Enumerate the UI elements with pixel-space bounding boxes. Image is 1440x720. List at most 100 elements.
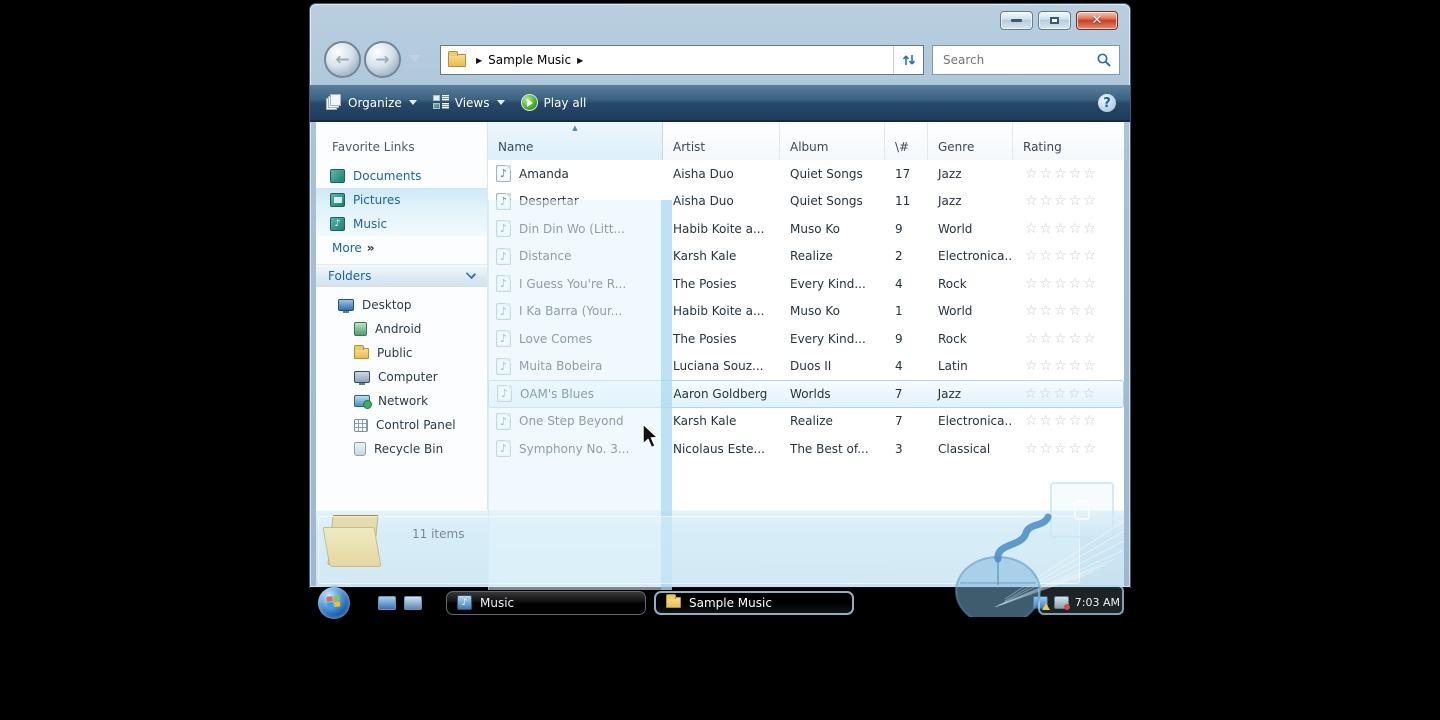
pictures-icon [330,193,345,207]
tree-item-user[interactable]: Android [316,317,487,341]
more-label: More [332,241,362,255]
start-button[interactable] [318,586,350,619]
minimize-button[interactable] [1000,11,1033,30]
rating-stars[interactable]: ☆☆☆☆☆ [1013,331,1124,347]
column-header-album[interactable]: Album [780,122,885,160]
table-row[interactable]: ♪ OAM's Blues Aaron Goldberg Worlds 7 Jazz ☆☆☆… [488,380,1124,408]
tree-item-public[interactable]: Public [316,341,487,365]
table-row[interactable]: ♪ Love Comes The Posies Every Kind... 9 Rock ☆… [488,325,1124,353]
play-all-button[interactable]: Play all [520,94,586,111]
artist-cell: Aaron Goldberg [673,386,768,401]
column-headers: ▲ Name Artist Album \# Genre Rating [488,122,1124,160]
column-label: \# [895,140,910,154]
address-bar[interactable]: ▶ Sample Music ▶ [440,45,924,75]
breadcrumb-arrow-icon[interactable]: ▶ [577,56,583,65]
rating-stars[interactable]: ☆☆☆☆☆ [1013,166,1124,182]
organize-button[interactable]: Organize [326,94,417,110]
switch-windows-icon[interactable] [404,595,422,610]
table-row[interactable]: ♪ Symphony No. 3... Nicolaus Este... The Be… [488,435,1124,463]
views-label: Views [454,95,490,110]
column-label: Artist [673,140,706,154]
folders-band[interactable]: Folders [316,264,487,287]
rating-stars[interactable]: ☆☆☆☆☆ [1013,248,1124,264]
sidebar-item-music[interactable]: ♪ Music [316,212,487,236]
column-header-number[interactable]: \# [885,122,928,160]
track-number-cell: 1 [895,304,903,319]
rating-stars[interactable]: ☆☆☆☆☆ [1013,276,1124,292]
breadcrumb[interactable]: ▶ Sample Music ▶ [476,53,893,67]
table-row[interactable]: ♪ Din Din Wo (Litt... Habib Koite a... Muso… [488,215,1124,243]
file-name-label: Love Comes [519,331,593,346]
tree-item-recycle-bin[interactable]: Recycle Bin [316,437,487,461]
network-status-icon[interactable] [1032,596,1050,610]
file-name-cell[interactable]: ♪ Distance [488,247,663,265]
sidebar-item-pictures[interactable]: Pictures [316,188,487,212]
forward-button[interactable]: → [364,41,401,78]
column-header-rating[interactable]: Rating [1013,122,1124,160]
breadcrumb-arrow-icon[interactable]: ▶ [476,56,482,65]
title-bar[interactable]: ✕ [310,4,1130,35]
clock[interactable]: 7:03 AM [1075,596,1120,609]
search-icon[interactable] [1096,52,1112,68]
file-name-cell[interactable]: ♪ OAM's Blues [489,385,663,403]
table-row[interactable]: ♪ Despertar Aisha Duo Quiet Songs 11 Jazz ☆☆☆☆… [488,188,1124,216]
table-row[interactable]: ♪ One Step Beyond Karsh Kale Realize 7 Electr… [488,408,1124,436]
file-name-cell[interactable]: ♪ Din Din Wo (Litt... [488,220,663,238]
artist-cell: Karsh Kale [673,249,737,264]
maximize-button[interactable] [1038,11,1071,30]
tree-item-computer[interactable]: Computer [316,365,487,389]
file-name-cell[interactable]: ♪ Love Comes [488,330,663,348]
file-name-cell[interactable]: ♪ Symphony No. 3... [488,440,663,458]
rating-stars[interactable]: ☆☆☆☆☆ [1013,221,1124,237]
rating-stars[interactable]: ☆☆☆☆☆ [1013,193,1124,209]
rating-stars[interactable]: ☆☆☆☆☆ [1013,303,1124,319]
table-row[interactable]: ♪ Amanda Aisha Duo Quiet Songs 17 Jazz ☆☆☆☆☆ [488,160,1124,188]
help-button[interactable]: ? [1098,94,1116,112]
search-input[interactable] [941,52,1096,68]
search-box[interactable] [932,45,1120,75]
album-cell: Quiet Songs [790,194,863,209]
file-name-cell[interactable]: ♪ One Step Beyond [488,412,663,430]
tree-item-network[interactable]: Network [316,389,487,413]
column-header-artist[interactable]: Artist [663,122,780,160]
taskbar-button-music[interactable]: ♪ Music [446,590,646,615]
taskbar-button-sample-music[interactable]: Sample Music [654,590,854,615]
table-row[interactable]: ♪ I Ka Barra (Your... Habib Koite a... Muso… [488,298,1124,326]
music-file-icon: ♪ [497,385,512,403]
file-name-cell[interactable]: ♪ Despertar [488,192,663,210]
tree-item-control-panel[interactable]: Control Panel [316,413,487,437]
file-name-cell[interactable]: ♪ Muita Bobeira [488,357,663,375]
sidebar-item-documents[interactable]: Documents [316,164,487,188]
notification-icon[interactable] [1053,596,1070,610]
views-button[interactable]: Views [432,95,505,110]
track-number-cell: 4 [895,359,903,374]
rating-stars[interactable]: ☆☆☆☆☆ [1013,358,1124,374]
tree-item-label: Control Panel [376,418,456,432]
breadcrumb-path-label[interactable]: Sample Music [488,53,571,67]
file-name-label: I Ka Barra (Your... [519,304,623,319]
rating-stars[interactable]: ☆☆☆☆☆ [1013,413,1124,429]
column-header-genre[interactable]: Genre [928,122,1013,160]
refresh-button[interactable] [893,46,923,74]
close-button[interactable]: ✕ [1076,11,1118,30]
show-desktop-icon[interactable] [378,595,396,610]
sidebar-more-link[interactable]: More » [316,236,487,260]
table-row[interactable]: ♪ I Guess You're R... The Posies Every Kind… [488,270,1124,298]
track-number-cell: 9 [895,221,903,236]
file-name-cell[interactable]: ♪ I Ka Barra (Your... [488,302,663,320]
double-chevron-icon: » [366,241,375,255]
help-icon: ? [1103,95,1111,111]
table-row[interactable]: ♪ Distance Karsh Kale Realize 2 Electronica..… [488,243,1124,271]
back-button[interactable]: ← [324,41,361,78]
artist-cell: Habib Koite a... [673,221,765,236]
file-name-cell[interactable]: ♪ I Guess You're R... [488,275,663,293]
recent-pages-dropdown-icon[interactable] [409,55,421,62]
file-rows: ♪ Amanda Aisha Duo Quiet Songs 17 Jazz ☆☆☆☆☆ ♪ D… [488,160,1124,463]
file-name-cell[interactable]: ♪ Amanda [488,165,663,183]
tree-item-desktop[interactable]: Desktop [316,293,487,317]
rating-stars[interactable]: ☆☆☆☆☆ [1013,441,1124,457]
table-row[interactable]: ♪ Muita Bobeira Luciana Souz... Duos II 4 Lat… [488,353,1124,381]
column-header-name[interactable]: ▲ Name [488,122,663,160]
genre-cell: Jazz [938,194,962,209]
rating-stars[interactable]: ☆☆☆☆☆ [1012,386,1123,402]
